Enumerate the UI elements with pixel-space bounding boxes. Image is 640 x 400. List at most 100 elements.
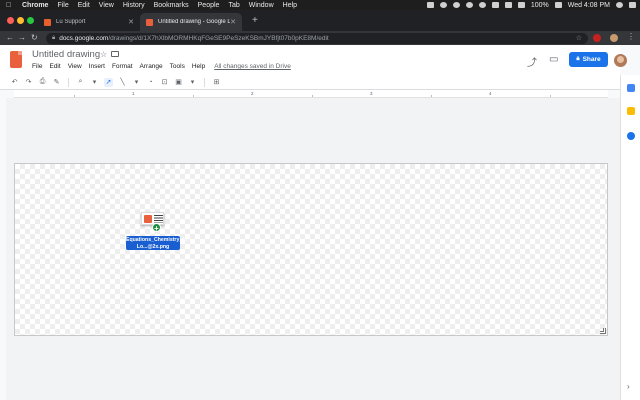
menubar-people[interactable]: People [198,2,220,9]
menu-file[interactable]: File [32,63,42,70]
menubar-view[interactable]: View [99,2,114,9]
file-thumbnail-text-icon [154,215,163,223]
window-minimize-button[interactable] [17,17,24,24]
move-folder-icon[interactable] [111,51,119,57]
ruler-mark: 4 [489,91,492,96]
screen-record-icon[interactable] [426,2,434,8]
chrome-menu-icon[interactable]: ⋮ [627,32,635,41]
avatar[interactable] [614,54,627,67]
tab-untitled-drawing[interactable]: Untitled drawing - Google Dra ✕ [140,13,242,31]
print-icon[interactable]: ⎙ [38,78,47,87]
window-close-button[interactable] [7,17,14,24]
menu-tools[interactable]: Tools [170,63,185,70]
select-tool-icon[interactable]: ➚ [104,77,113,87]
apple-icon[interactable]:  [6,2,14,9]
menu-view[interactable]: View [68,63,82,70]
calendar-icon[interactable] [627,84,635,92]
menu-arrange[interactable]: Arrange [140,63,163,70]
forward-arrow-icon[interactable]: → [18,33,26,42]
document-title[interactable]: Untitled drawing [32,49,100,60]
new-tab-icon[interactable]: + [252,15,258,26]
tasks-icon[interactable] [627,132,635,140]
menubar-clock[interactable]: Wed 4:08 PM [568,2,610,9]
back-arrow-icon[interactable]: ← [6,33,14,42]
zoom-icon[interactable]: ⌕ [76,78,85,87]
reload-icon[interactable]: ↻ [31,33,38,42]
menubar-history[interactable]: History [123,2,145,9]
tab-title: Lu Support [56,19,86,25]
mac-menubar:  Chrome File Edit View History Bookmark… [0,0,640,10]
paint-format-icon[interactable]: ✎ [52,78,61,87]
line-tool-icon[interactable]: ╲ [118,78,127,87]
comments-icon[interactable]: ▭ [549,54,558,65]
menubar-tab[interactable]: Tab [228,2,239,9]
drawing-canvas[interactable] [14,163,608,336]
add-comment-icon[interactable]: ⊞ [212,78,221,87]
dragged-file-thumbnail[interactable] [141,212,164,225]
menubar-app-name[interactable]: Chrome [22,2,48,9]
ruler-mark: 1 [132,91,135,96]
profile-avatar-icon[interactable] [610,34,618,42]
add-copy-badge-icon: + [152,223,161,233]
wifi-icon[interactable] [504,2,512,8]
tab-close-icon[interactable]: ✕ [230,18,236,26]
extension-icon[interactable] [593,34,601,42]
ruler-tick [550,95,551,97]
file-thumbnail-logo-icon [144,215,152,223]
image-tool-icon[interactable]: ▣ [174,78,183,87]
timer-icon[interactable] [478,2,486,8]
star-icon[interactable]: ☆ [100,50,107,59]
redo-icon[interactable]: ↷ [24,78,33,87]
flag-icon[interactable] [554,2,562,8]
ruler-tick [193,95,194,97]
tab-close-icon[interactable]: ✕ [128,18,134,26]
ruler-tick [74,95,75,97]
bluetooth-icon[interactable] [491,2,499,8]
bookmark-star-icon[interactable]: ☆ [576,34,582,42]
activity-trend-icon[interactable]: ⤴ [527,54,537,69]
menubar-help[interactable]: Help [283,2,297,9]
toolbar-divider [68,77,69,87]
menu-format[interactable]: Format [112,63,133,70]
lock-icon[interactable]: 🔒︎ [52,35,55,42]
drawings-favicon-icon [146,18,153,26]
undo-icon[interactable]: ↶ [10,78,19,87]
sync-icon[interactable] [452,2,460,8]
canvas-resize-handle-icon[interactable] [600,328,606,334]
ruler-mark: 2 [251,91,254,96]
share-button-label: Share [582,56,601,63]
battery-percent[interactable]: 100% [531,2,549,9]
keep-icon[interactable] [627,107,635,115]
line-dropdown-icon[interactable]: ▾ [132,78,141,87]
drawings-logo-icon[interactable] [10,51,22,68]
ruler-tick [431,95,432,97]
vpn-icon[interactable] [465,2,473,8]
save-status[interactable]: All changes saved in Drive [214,63,291,70]
menubar-status-area: 100% Wed 4:08 PM [426,0,636,10]
menu-edit[interactable]: Edit [49,63,60,70]
share-lock-icon: 🔒︎ [576,56,580,62]
volume-icon[interactable] [517,2,525,8]
spotlight-icon[interactable] [616,2,623,8]
window-zoom-button[interactable] [27,17,34,24]
menu-help[interactable]: Help [192,63,205,70]
side-panel-toggle-icon[interactable]: › [627,382,630,391]
image-dropdown-icon[interactable]: ▾ [188,78,197,87]
dropbox-icon[interactable] [439,2,447,8]
tab-lu-support[interactable]: Lu Support ✕ [38,13,140,31]
menubar-edit[interactable]: Edit [78,2,90,9]
url-field[interactable]: 🔒︎ docs.google.com/drawings/d/1X7hXlbMOR… [46,32,588,44]
share-button[interactable]: 🔒︎ Share [569,52,608,67]
menubar-window[interactable]: Window [249,2,274,9]
notification-center-icon[interactable] [629,2,636,8]
side-panel: › [620,75,640,400]
text-box-tool-icon[interactable]: ⊡ [160,78,169,87]
url-path: /drawings/d/1X7hXlbMORMHKqFGeSE9PeSzeKSB… [108,34,329,42]
zoom-dropdown-icon[interactable]: ▾ [90,78,99,87]
app-menu-bar: File Edit View Insert Format Arrange Too… [32,63,298,70]
shape-tool-icon[interactable]: ◔ [146,78,155,87]
menubar-file[interactable]: File [57,2,68,9]
tab-strip: Lu Support ✕ Untitled drawing - Google D… [0,10,640,31]
menubar-bookmarks[interactable]: Bookmarks [154,2,189,9]
menu-insert[interactable]: Insert [89,63,105,70]
